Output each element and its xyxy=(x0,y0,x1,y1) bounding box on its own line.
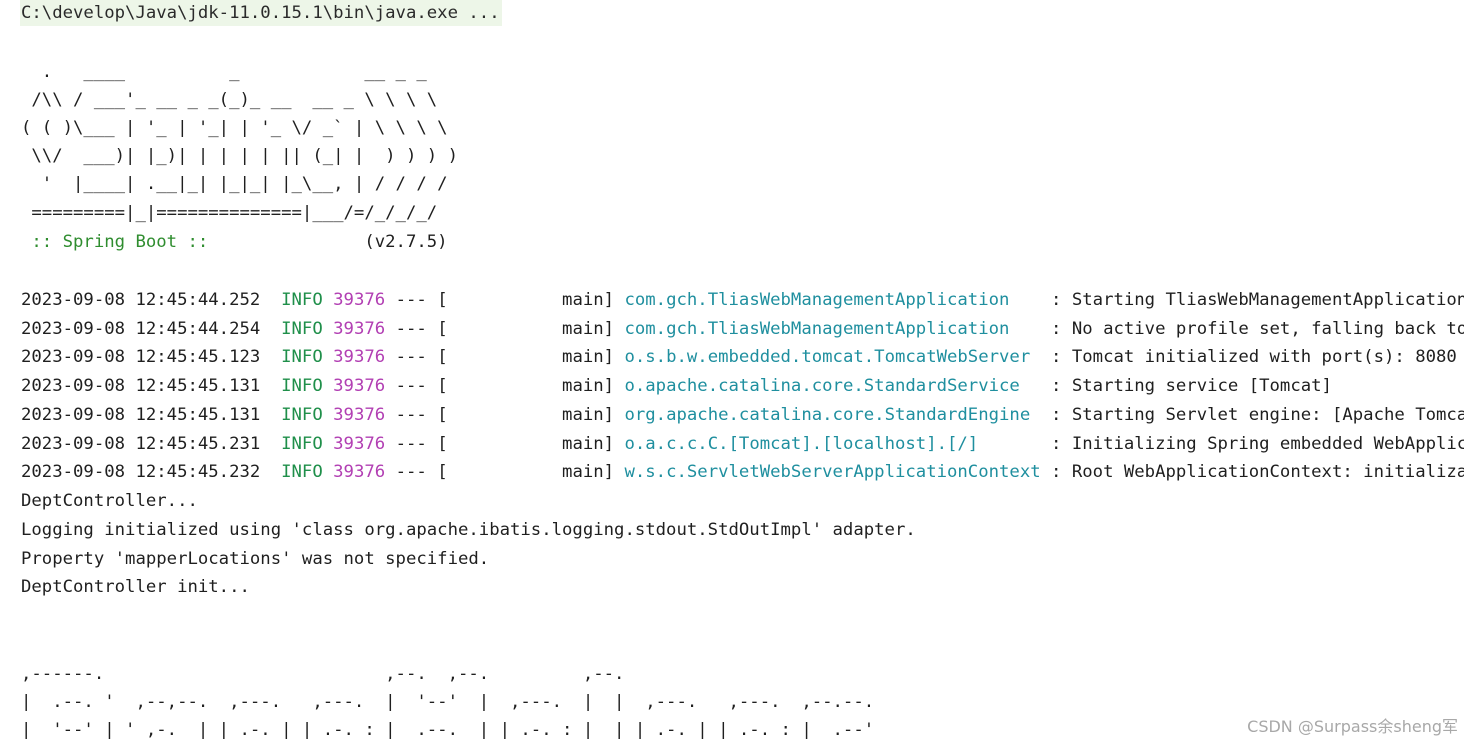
mybatis-plus-banner-line: | '--' | ' ,-. | | .-. | | .-. : | .--. … xyxy=(21,720,875,740)
run-console-output[interactable]: C:\develop\Java\jdk-11.0.15.1\bin\java.e… xyxy=(0,0,1464,743)
log-logger-link[interactable]: org.apache.catalina.core.StandardEngine xyxy=(624,405,1040,425)
log-level: INFO xyxy=(281,405,323,425)
log-row: 2023-09-08 12:45:44.254 INFO 39376 --- [… xyxy=(21,315,1464,343)
log-level: INFO xyxy=(281,376,323,396)
log-message: : No active profile set, falling back to… xyxy=(1051,319,1464,339)
stdout-line: DeptController... xyxy=(21,491,198,511)
mybatis-plus-banner-line: | .--. ' ,--,--. ,---. ,---. | '--' | ,-… xyxy=(21,692,875,712)
spring-boot-version: (v2.7.5) xyxy=(218,232,448,252)
log-logger-link[interactable]: o.apache.catalina.core.StandardService xyxy=(624,376,1040,396)
log-logger-link[interactable]: w.s.c.ServletWebServerApplicationContext xyxy=(624,462,1040,482)
log-row: 2023-09-08 12:45:45.231 INFO 39376 --- [… xyxy=(21,430,1464,458)
log-logger-link[interactable]: o.a.c.c.C.[Tomcat].[localhost].[/] xyxy=(624,434,1040,454)
spring-banner-line: ' |____| .__|_| |_|_| |_\__, | / / / / xyxy=(21,174,448,194)
log-logger-link[interactable]: com.gch.TliasWebManagementApplication xyxy=(624,319,1040,339)
log-message: : Starting Servlet engine: [Apache Tomca… xyxy=(1051,405,1464,425)
spring-boot-version-line: :: Spring Boot :: (v2.7.5) xyxy=(21,228,448,256)
log-message: : Initializing Spring embedded WebApplic… xyxy=(1051,434,1464,454)
csdn-watermark: CSDN @Surpass余sheng军 xyxy=(1247,717,1458,736)
log-message: : Tomcat initialized with port(s): 8080 … xyxy=(1051,347,1457,367)
log-thread: --- [ main] xyxy=(385,347,625,367)
log-level: INFO xyxy=(281,462,323,482)
spring-banner-line: /\\ / ___'_ __ _ _(_)_ __ __ _ \ \ \ \ xyxy=(21,90,438,110)
log-thread: --- [ main] xyxy=(385,434,625,454)
spring-boot-label: :: Spring Boot :: xyxy=(21,232,219,252)
log-timestamp: 2023-09-08 12:45:45.131 xyxy=(21,405,261,425)
spring-banner-line: =========|_|==============|___/=/_/_/_/ xyxy=(21,203,438,223)
log-thread: --- [ main] xyxy=(385,290,625,310)
log-pid: 39376 xyxy=(333,462,386,482)
log-logger-link[interactable]: o.s.b.w.embedded.tomcat.TomcatWebServer xyxy=(624,347,1040,367)
log-thread: --- [ main] xyxy=(385,376,625,396)
log-message: : Root WebApplicationContext: initializa… xyxy=(1051,462,1464,482)
stdout-line: Logging initialized using 'class org.apa… xyxy=(21,520,916,540)
stdout-line: Property 'mapperLocations' was not speci… xyxy=(21,549,490,569)
log-row: 2023-09-08 12:45:45.123 INFO 39376 --- [… xyxy=(21,343,1464,371)
log-row: 2023-09-08 12:45:44.252 INFO 39376 --- [… xyxy=(21,286,1464,314)
log-thread: --- [ main] xyxy=(385,462,625,482)
log-level: INFO xyxy=(281,434,323,454)
log-pid: 39376 xyxy=(333,405,386,425)
mybatis-plus-banner-line: ,------. ,--. ,--. ,--. xyxy=(21,664,625,684)
log-timestamp: 2023-09-08 12:45:44.252 xyxy=(21,290,261,310)
log-pid: 39376 xyxy=(333,319,386,339)
log-thread: --- [ main] xyxy=(385,405,625,425)
log-message: : Starting TliasWebManagementApplication… xyxy=(1051,290,1464,310)
log-logger-link[interactable]: com.gch.TliasWebManagementApplication xyxy=(624,290,1040,310)
log-pid: 39376 xyxy=(333,290,386,310)
log-timestamp: 2023-09-08 12:45:45.123 xyxy=(21,347,261,367)
log-row: 2023-09-08 12:45:45.131 INFO 39376 --- [… xyxy=(21,372,1332,400)
spring-banner-line: ( ( )\___ | '_ | '_| | '_ \/ _` | \ \ \ … xyxy=(21,118,448,138)
log-message: : Starting service [Tomcat] xyxy=(1040,376,1332,396)
log-pid: 39376 xyxy=(333,376,386,396)
log-timestamp: 2023-09-08 12:45:44.254 xyxy=(21,319,261,339)
log-row: 2023-09-08 12:45:45.131 INFO 39376 --- [… xyxy=(21,401,1464,429)
log-level: INFO xyxy=(281,347,323,367)
log-thread: --- [ main] xyxy=(385,319,625,339)
spring-banner-line: . ____ _ __ _ _ xyxy=(21,62,427,82)
log-timestamp: 2023-09-08 12:45:45.232 xyxy=(21,462,261,482)
log-level: INFO xyxy=(281,290,323,310)
spring-banner-line: \\/ ___)| |_)| | | | | || (_| | ) ) ) ) xyxy=(21,146,458,166)
log-timestamp: 2023-09-08 12:45:45.131 xyxy=(21,376,261,396)
log-pid: 39376 xyxy=(333,347,386,367)
log-pid: 39376 xyxy=(333,434,386,454)
log-level: INFO xyxy=(281,319,323,339)
log-row: 2023-09-08 12:45:45.232 INFO 39376 --- [… xyxy=(21,458,1464,486)
stdout-line: DeptController init... xyxy=(21,577,250,597)
java-command-line[interactable]: C:\develop\Java\jdk-11.0.15.1\bin\java.e… xyxy=(20,0,502,26)
log-timestamp: 2023-09-08 12:45:45.231 xyxy=(21,434,261,454)
